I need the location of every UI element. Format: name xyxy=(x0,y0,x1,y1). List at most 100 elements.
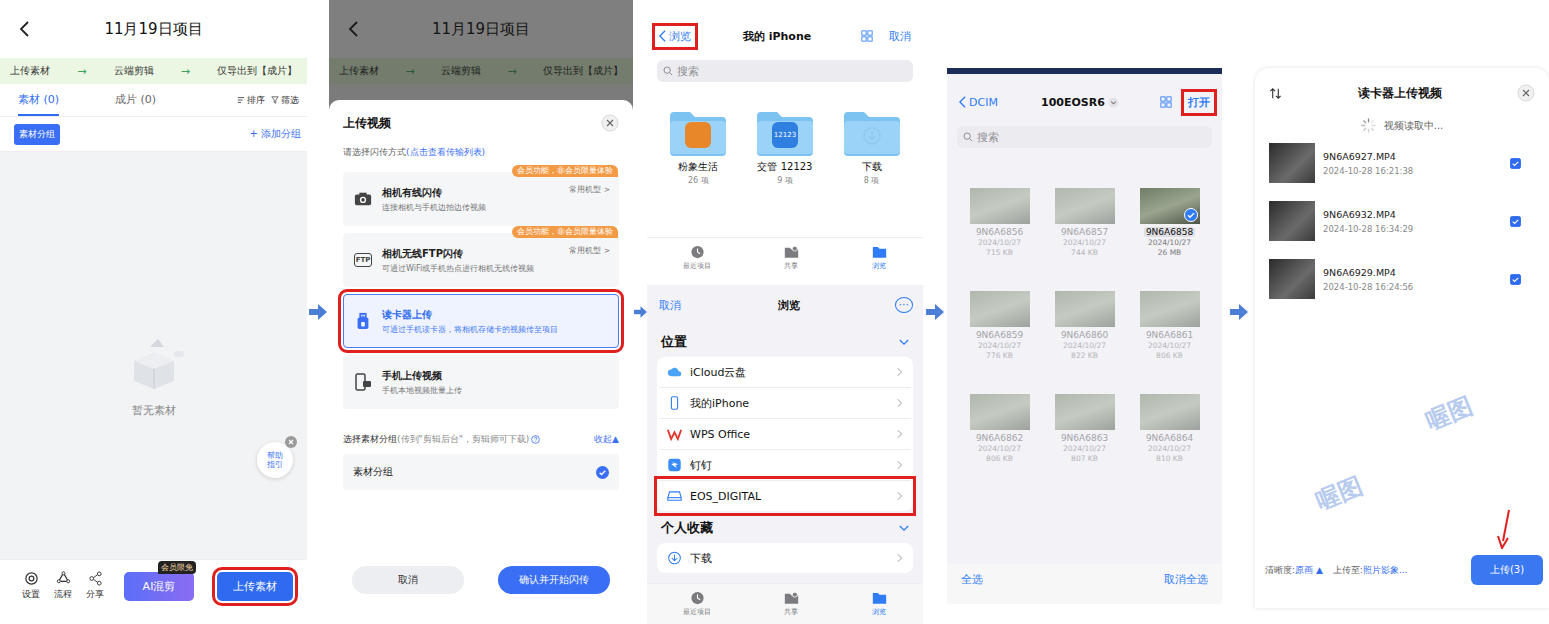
location-row[interactable]: 我的iPhone xyxy=(659,388,911,419)
file-item[interactable]: 9N6A68582024/10/2726 MB xyxy=(1140,188,1200,257)
file-item[interactable]: 9N6A68622024/10/27806 KB xyxy=(970,394,1030,463)
group-button[interactable]: 素材分组 xyxy=(14,124,60,145)
add-group-button[interactable]: + 添加分组 xyxy=(249,127,301,141)
tab[interactable]: 最近项目 xyxy=(683,245,711,271)
method-card[interactable]: 手机上传视频手机本地视频批量上传 xyxy=(343,355,619,409)
page-title: 11月19日项目 xyxy=(369,20,593,39)
video-name: 9N6A6929.MP4 xyxy=(1323,267,1413,278)
folder-name: 粉象生活 xyxy=(678,160,718,174)
section-title[interactable]: 位置 xyxy=(657,325,913,357)
sort-arrows-icon[interactable] xyxy=(1269,87,1282,100)
select-all-button[interactable]: 全选 xyxy=(959,571,985,588)
checked-box-icon[interactable] xyxy=(1510,274,1521,285)
section-title[interactable]: 个人收藏 xyxy=(657,511,913,543)
tab[interactable]: 浏览 xyxy=(872,245,887,271)
close-icon[interactable] xyxy=(285,436,297,448)
method-card[interactable]: 读卡器上传可通过手机读卡器，将相机存储卡的视频传至项目 xyxy=(343,294,619,348)
method-card[interactable]: 会员功能，非会员限量体验相机有线闪传连接相机与手机边拍边传视频常用机型 > xyxy=(343,172,619,226)
back-chevron-icon[interactable] xyxy=(18,20,30,38)
folder-item[interactable]: 下载8 项 xyxy=(842,110,902,186)
collapse-button[interactable]: 收起▲ xyxy=(594,433,619,446)
ai-mix-button[interactable]: 会员限免 AI混剪 xyxy=(124,572,194,601)
watermark: 喔图 xyxy=(1311,470,1367,518)
member-badge: 会员功能，非会员限量体验 xyxy=(512,165,618,177)
location-row[interactable]: WPS Office xyxy=(659,419,911,450)
file-item[interactable]: 9N6A68612024/10/27806 KB xyxy=(1140,291,1200,360)
nav-bar: 取消浏览··· xyxy=(647,285,923,325)
upload-material-button[interactable]: 上传素材 xyxy=(217,572,293,601)
destination-option[interactable]: 上传至:照片影象... xyxy=(1333,564,1408,577)
video-time: 2024-10-28 16:34:29 xyxy=(1323,224,1413,234)
deselect-all-button[interactable]: 取消全选 xyxy=(1162,571,1210,588)
folder-item[interactable]: 粉象生活26 项 xyxy=(668,110,728,186)
method-card[interactable]: 会员功能，非会员限量体验FTP相机无线FTP闪传可通过WiFi或手机热点进行相机… xyxy=(343,233,619,287)
folder-title[interactable]: 100EOSR6 xyxy=(1041,96,1119,109)
video-row[interactable]: 9N6A6932.MP42024-10-28 16:34:29 xyxy=(1269,201,1521,241)
open-button[interactable]: 打开 xyxy=(1186,94,1212,111)
file-item[interactable]: 9N6A68602024/10/27822 KB xyxy=(1055,291,1115,360)
back-button[interactable]: DCIM xyxy=(957,95,1000,110)
close-icon[interactable] xyxy=(1517,84,1535,102)
tab[interactable]: 共享 xyxy=(784,591,799,617)
group-hint: (传到"剪辑后台"，剪辑师可下载) xyxy=(397,434,529,444)
file-item[interactable]: 9N6A68572024/10/27744 KB xyxy=(1055,188,1115,257)
tab[interactable]: 共享 xyxy=(784,245,799,271)
file-date: 2024/10/27 xyxy=(978,238,1021,247)
upload-sheet: 上传视频请选择闪传方式(点击查看传输列表)会员功能，非会员限量体验相机有线闪传连… xyxy=(329,100,633,624)
tool-button[interactable]: 筛选 xyxy=(271,94,299,107)
file-item[interactable]: 9N6A68632024/10/27807 KB xyxy=(1055,394,1115,463)
file-item[interactable]: 9N6A68642024/10/27810 KB xyxy=(1140,394,1200,463)
help-bubble[interactable]: 帮助指引 xyxy=(257,442,293,478)
location-row[interactable]: 下载 xyxy=(659,543,911,573)
file-name: 9N6A6859 xyxy=(974,330,1025,340)
video-row[interactable]: 9N6A6927.MP42024-10-28 16:21:38 xyxy=(1269,143,1521,183)
tab[interactable]: 成片 (0) xyxy=(115,84,156,116)
location-row[interactable]: 钉钉 xyxy=(659,450,911,481)
models-link[interactable]: 常用机型 > xyxy=(569,185,610,195)
video-list: 9N6A6927.MP42024-10-28 16:21:38 9N6A6932.… xyxy=(1255,143,1549,299)
tab-bar: 最近项目 共享 浏览 xyxy=(647,237,923,278)
search-field[interactable]: 搜索 xyxy=(657,60,913,82)
tab[interactable]: 浏览 xyxy=(872,591,887,617)
group-option[interactable]: 素材分组 xyxy=(343,454,619,490)
app-icon: 12123 xyxy=(772,122,798,148)
checked-box-icon[interactable] xyxy=(1510,158,1521,169)
back-button[interactable]: 浏览 xyxy=(657,28,693,45)
file-date: 2024/10/27 xyxy=(1063,341,1106,350)
tab[interactable]: 素材 (0) xyxy=(18,84,59,116)
action-button[interactable]: 流程 xyxy=(54,571,72,601)
search-field[interactable]: 搜索 xyxy=(957,126,1212,148)
sheet-header: 上传视频 xyxy=(343,100,619,146)
quality-option[interactable]: 清晰度:原画 ▲ xyxy=(1265,564,1323,577)
tool-button[interactable]: 排序 xyxy=(237,94,265,107)
models-link[interactable]: 常用机型 > xyxy=(569,246,610,256)
photo-thumbnail xyxy=(970,291,1030,327)
sheet-title: 上传视频 xyxy=(343,115,391,132)
cancel-button[interactable]: 取消 xyxy=(352,566,464,594)
close-icon[interactable] xyxy=(601,114,619,132)
nav-bar: DCIM 100EOSR6 打开 xyxy=(947,74,1222,122)
empty-area: 暂无素材帮助指引 xyxy=(0,152,307,559)
location-row[interactable]: EOS_DIGITAL xyxy=(659,481,911,511)
grid-view-icon[interactable] xyxy=(1160,96,1172,108)
grid-view-icon[interactable] xyxy=(861,30,873,42)
card-reader-upload-screen: 喔图喔图读卡器上传视频视频读取中...9N6A6927.MP42024-10-2… xyxy=(1255,68,1549,608)
watermark: 喔图 xyxy=(1421,390,1477,438)
file-item[interactable]: 9N6A68562024/10/27715 KB xyxy=(970,188,1030,257)
transfer-list-link[interactable]: (点击查看传输列表) xyxy=(406,147,485,157)
location-row[interactable]: iCloud云盘 xyxy=(659,357,911,388)
upload-button[interactable]: 上传(3) xyxy=(1471,555,1543,585)
video-row[interactable]: 9N6A6929.MP42024-10-28 16:24:56 xyxy=(1269,259,1521,299)
chevron-right-icon xyxy=(897,553,903,563)
folder-item[interactable]: 12123交管 121239 项 xyxy=(755,110,815,186)
tab[interactable]: 最近项目 xyxy=(683,591,711,617)
action-button[interactable]: 分享 xyxy=(86,571,104,601)
file-item[interactable]: 9N6A68592024/10/27776 KB xyxy=(970,291,1030,360)
cancel-button[interactable]: 取消 xyxy=(657,297,683,314)
cancel-button[interactable]: 取消 xyxy=(887,28,913,45)
confirm-button[interactable]: 确认并开始闪传 xyxy=(498,566,610,594)
question-icon[interactable] xyxy=(531,435,540,444)
more-button[interactable]: ··· xyxy=(895,297,914,313)
action-button[interactable]: 设置 xyxy=(22,571,40,601)
checked-box-icon[interactable] xyxy=(1510,216,1521,227)
